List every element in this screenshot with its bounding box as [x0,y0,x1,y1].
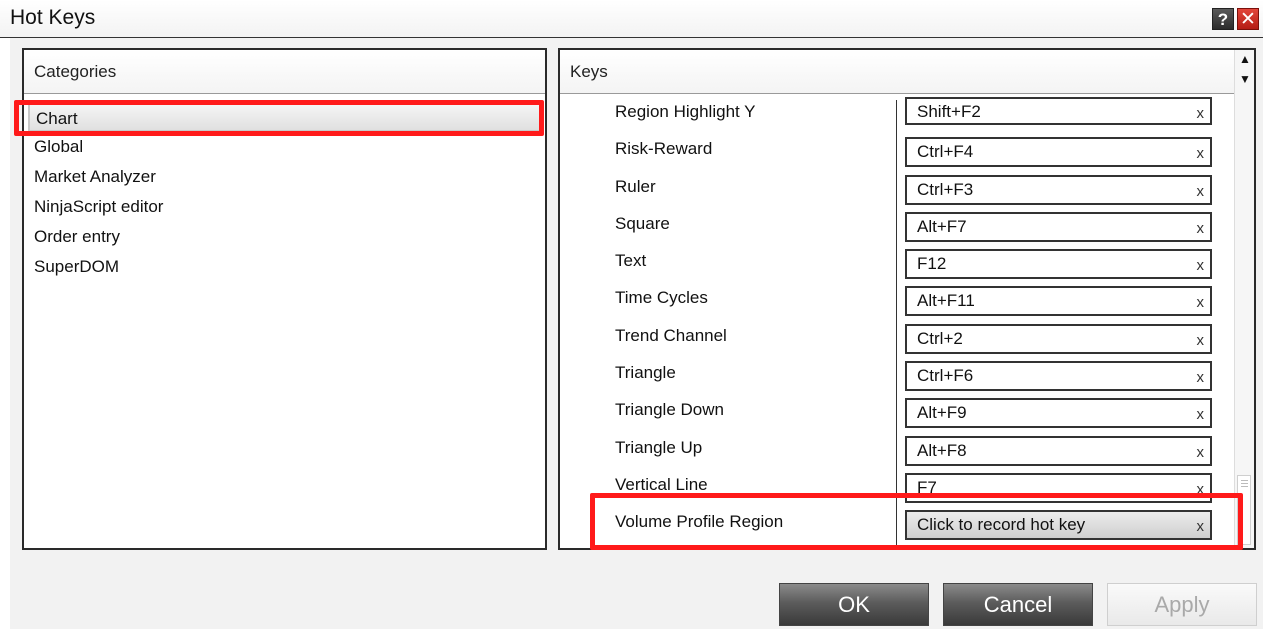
hotkey-value: Ctrl+F6 [917,366,974,386]
hotkey-value: Click to record hot key [917,515,1086,535]
hotkey-field[interactable]: Alt+F11 x [905,286,1212,317]
key-row: Time Cycles Alt+F11 x [560,286,1236,323]
clear-hotkey-icon[interactable]: x [1197,369,1205,386]
clear-hotkey-icon[interactable]: x [1197,481,1205,498]
key-name: Square [615,213,670,233]
key-name: Triangle Down [615,400,724,420]
key-row: Triangle Ctrl+F6 x [560,361,1236,398]
key-name: Time Cycles [615,288,708,308]
key-name: Trend Channel [615,325,727,345]
categories-panel: Categories Chart Global Market Analyzer … [22,48,547,550]
hotkey-field[interactable]: F7 x [905,472,1212,503]
category-chart[interactable]: Chart [28,102,541,132]
clear-hotkey-icon[interactable]: x [1197,518,1205,535]
hotkey-field[interactable]: Shift+F2 x [905,97,1212,125]
clear-hotkey-icon[interactable]: x [1197,294,1205,311]
key-row: Region Highlight Y Shift+F2 x [560,97,1236,137]
clear-hotkey-icon[interactable]: x [1197,406,1205,423]
hotkey-value: Ctrl+2 [917,328,963,348]
keys-panel: Keys Region Highlight Y Shift+F2 x Risk-R… [558,48,1256,550]
category-order-entry[interactable]: Order entry [24,222,545,252]
hotkey-field[interactable]: F12 x [905,249,1212,280]
scroll-down-arrow-icon[interactable]: ▼ [1239,72,1251,86]
apply-button[interactable]: Apply [1107,583,1257,626]
clear-hotkey-icon[interactable]: x [1197,220,1205,237]
grip-line [1241,483,1248,484]
dialog-body: Categories Chart Global Market Analyzer … [10,38,1263,629]
key-name: Volume Profile Region [615,512,784,532]
hotkey-value: F12 [917,254,947,274]
clear-hotkey-icon[interactable]: x [1197,332,1205,349]
hotkey-field[interactable]: Alt+F7 x [905,211,1212,242]
title-bar: Hot Keys ? ✕ [0,0,1263,38]
window-title: Hot Keys [10,6,96,29]
help-icon[interactable]: ? [1212,8,1234,30]
scroll-thumb[interactable] [1237,475,1251,545]
key-row: Risk-Reward Ctrl+F4 x [560,137,1236,174]
key-name: Risk-Reward [615,139,713,159]
hotkey-field[interactable]: Ctrl+2 x [905,323,1212,354]
hotkey-field[interactable]: Alt+F9 x [905,398,1212,429]
hotkey-value: Shift+F2 [917,102,981,121]
hotkey-field[interactable]: Ctrl+F3 x [905,174,1212,205]
hotkey-value: Alt+F8 [917,440,967,460]
grip-line [1241,480,1248,481]
hotkey-value: Ctrl+F4 [917,142,974,162]
clear-hotkey-icon[interactable]: x [1197,105,1205,122]
key-name: Ruler [615,176,656,196]
key-row: Text F12 x [560,249,1236,286]
key-row: Square Alt+F7 x [560,211,1236,249]
key-row: Ruler Ctrl+F3 x [560,174,1236,212]
key-name: Triangle [615,363,676,383]
key-row: Vertical Line F7 x [560,472,1236,510]
hotkey-value: Alt+F7 [917,216,967,236]
category-ninjascript-editor[interactable]: NinjaScript editor [24,192,545,222]
key-row: Trend Channel Ctrl+2 x [560,323,1236,361]
clear-hotkey-icon[interactable]: x [1197,145,1205,162]
key-name: Text [615,251,647,271]
key-row: Triangle Up Alt+F8 x [560,435,1236,473]
category-superdom[interactable]: SuperDOM [24,252,545,282]
key-name: Triangle Up [615,437,703,457]
hotkey-field[interactable]: Ctrl+F6 x [905,361,1212,392]
category-market-analyzer[interactable]: Market Analyzer [24,162,545,192]
keys-scrollbar[interactable]: ▲ ▼ [1234,50,1254,548]
clear-hotkey-icon[interactable]: x [1197,444,1205,461]
clear-hotkey-icon[interactable]: x [1197,257,1205,274]
keys-header: Keys [560,50,1254,94]
hotkey-value: Alt+F11 [917,291,975,311]
categories-header: Categories [24,50,545,94]
grip-line [1241,486,1248,487]
key-name: Vertical Line [615,474,708,494]
key-row-volume-profile-region: Volume Profile Region Click to record ho… [560,510,1236,547]
hotkey-value: F7 [917,477,937,497]
categories-list: Chart Global Market Analyzer NinjaScript… [24,102,545,282]
scroll-up-arrow-icon[interactable]: ▲ [1239,52,1251,66]
hotkey-value: Ctrl+F3 [917,179,974,199]
hotkey-value: Alt+F9 [917,403,967,423]
key-name: Region Highlight Y [615,102,756,121]
hotkey-record-field[interactable]: Click to record hot key x [905,510,1212,541]
key-row: Triangle Down Alt+F9 x [560,398,1236,435]
hotkey-field[interactable]: Alt+F8 x [905,435,1212,466]
cancel-button[interactable]: Cancel [943,583,1093,626]
keys-list: Region Highlight Y Shift+F2 x Risk-Reward… [560,97,1236,548]
category-global[interactable]: Global [24,132,545,162]
clear-hotkey-icon[interactable]: x [1197,183,1205,200]
ok-button[interactable]: OK [779,583,929,626]
hotkey-field[interactable]: Ctrl+F4 x [905,137,1212,168]
close-icon[interactable]: ✕ [1237,8,1259,30]
